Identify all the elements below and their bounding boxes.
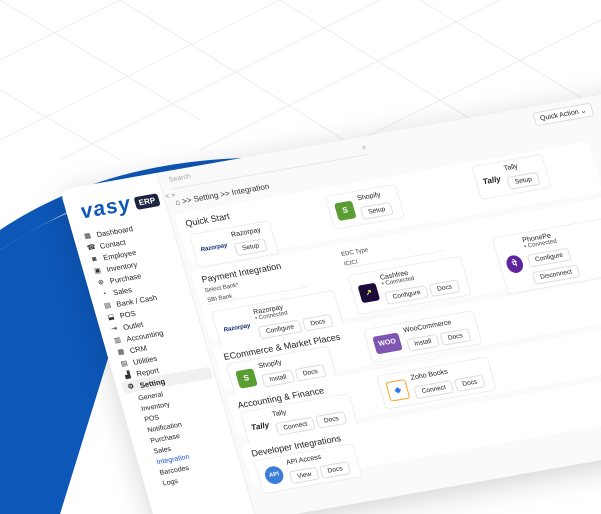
connect-button[interactable]: Connect [413, 379, 455, 400]
gear-icon: ⚙ [126, 383, 136, 392]
employee-icon: ◙ [91, 255, 98, 263]
quick-action-button[interactable]: Quick Action ⌄ [532, 102, 595, 127]
inventory-icon: ▣ [93, 267, 102, 276]
razorpay-logo: Razorpay [199, 242, 229, 253]
cart-icon: ⊕ [97, 278, 105, 287]
sales-icon: ◔ [101, 290, 108, 298]
cashfree-logo: ↗ [357, 282, 381, 303]
phonepe-logo: पे [504, 253, 526, 274]
tally-logo: Tally [481, 174, 502, 187]
docs-button[interactable]: Docs [439, 328, 472, 346]
utilities-icon: ▤ [120, 360, 129, 368]
card-name: Tally [503, 163, 519, 173]
edc-type-label: EDC Type [340, 247, 370, 259]
card-name: Razorpay [230, 226, 262, 239]
accounting-icon: ▥ [113, 336, 122, 345]
brand-badge: ERP [133, 192, 161, 210]
setup-button[interactable]: Setup [359, 201, 394, 220]
docs-button[interactable]: Docs [319, 461, 352, 479]
bank-icon: ▤ [103, 302, 112, 310]
configure-button[interactable]: Configure [384, 284, 430, 305]
search-icon: ⌕ [360, 142, 368, 152]
setup-button[interactable]: Setup [233, 238, 268, 257]
docs-button[interactable]: Docs [453, 374, 486, 393]
pos-icon: ⬓ [106, 313, 116, 322]
api-cloud-logo: API [262, 464, 286, 485]
section-title: Quick Start [184, 211, 231, 229]
install-button[interactable]: Install [405, 333, 441, 352]
brand-name: vasy [77, 192, 134, 224]
grid-icon: ▦ [83, 232, 93, 241]
outlet-icon: ⇥ [110, 325, 119, 334]
tally-logo: Tally [250, 420, 271, 433]
shopify-card: S Shopify Setup [324, 183, 406, 230]
search-placeholder: Search [168, 173, 192, 184]
zoho-books-logo: ◈ [385, 378, 411, 402]
woocommerce-logo: WOO [372, 332, 403, 354]
configure-button[interactable]: Configure [526, 247, 572, 268]
contact-icon: ☎ [86, 243, 97, 253]
sidebar-item-label: Setting [138, 376, 167, 390]
search-input[interactable]: Search ⌕ [168, 142, 369, 190]
crm-icon: ▦ [116, 348, 126, 357]
shopify-logo: S [234, 367, 258, 389]
shopify-logo: S [333, 200, 357, 221]
app-window: vasy ERP ▦ Dashboard ☎ Contact ◙ Employee ▣… [60, 64, 601, 514]
setup-button[interactable]: Setup [506, 171, 541, 190]
view-button[interactable]: View [288, 466, 320, 485]
report-icon: ▟ [124, 371, 132, 380]
tally-card: Tally Tally Setup [471, 153, 552, 201]
razorpay-logo: Razorpay [222, 322, 252, 334]
card-name: Shopify [356, 191, 382, 203]
docs-button[interactable]: Docs [428, 279, 461, 297]
disconnect-button[interactable]: Disconnect [531, 264, 581, 285]
